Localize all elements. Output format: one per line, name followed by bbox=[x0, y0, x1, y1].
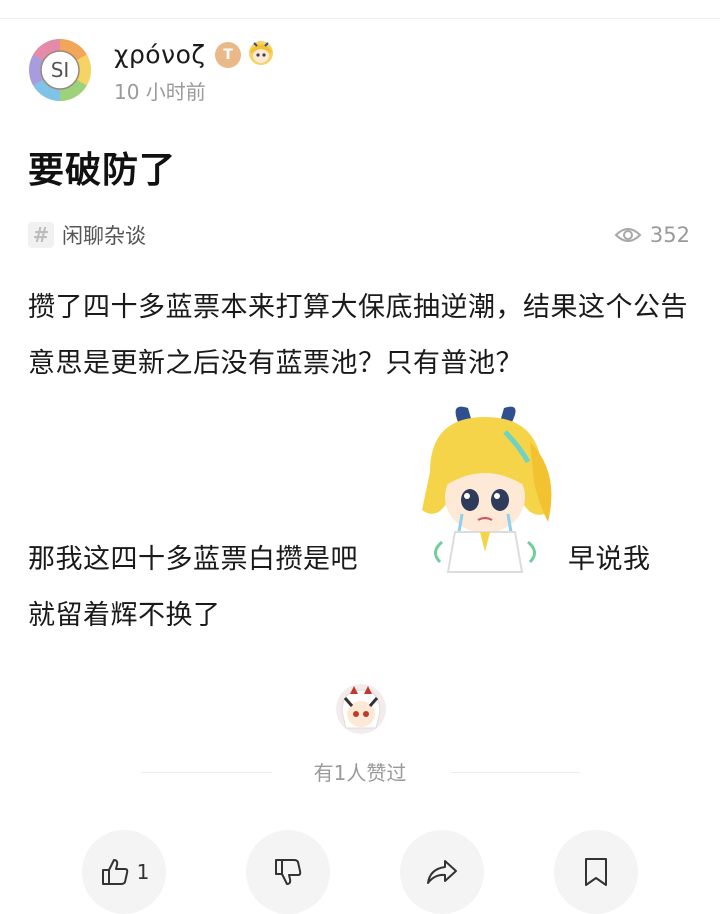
thumbs-up-icon bbox=[101, 859, 128, 885]
top-divider bbox=[0, 18, 720, 19]
like-count: 1 bbox=[136, 860, 150, 884]
bookmark-button[interactable] bbox=[554, 830, 638, 914]
liked-summary[interactable]: 有1人赞过 bbox=[0, 758, 720, 788]
post-paragraph-3: 就留着辉不换了 bbox=[28, 600, 221, 631]
author-avatar[interactable]: SI bbox=[28, 38, 92, 102]
bookmark-icon bbox=[585, 858, 607, 886]
dislike-button[interactable] bbox=[246, 830, 330, 914]
sticker-emoji-icon bbox=[410, 402, 560, 582]
post-paragraph-1: 攒了四十多蓝票本来打算大保底抽逆潮，结果这个公告意思是更新之后没有蓝票池？只有普… bbox=[28, 292, 688, 379]
share-button[interactable] bbox=[400, 830, 484, 914]
divider-right bbox=[450, 772, 580, 773]
character-badge-icon bbox=[246, 38, 276, 68]
post-paragraph-2-right: 早说我 bbox=[568, 544, 651, 575]
level-badge: T bbox=[215, 42, 241, 68]
share-icon bbox=[427, 860, 457, 884]
topic-tag[interactable]: # 闲聊杂谈 bbox=[28, 220, 146, 250]
hash-icon: # bbox=[28, 222, 54, 248]
like-button[interactable]: 1 bbox=[82, 830, 166, 914]
view-count: 352 bbox=[614, 220, 690, 250]
avatar-text: SI bbox=[50, 58, 70, 82]
liker-avatar[interactable] bbox=[336, 684, 386, 734]
eye-icon bbox=[614, 228, 642, 242]
liked-summary-row: 有1人赞过 bbox=[0, 758, 720, 788]
topic-tag-label: 闲聊杂谈 bbox=[62, 224, 146, 248]
author-name[interactable]: χρόνοζ bbox=[114, 40, 205, 70]
thumbs-down-icon bbox=[275, 859, 302, 885]
post-title: 要破防了 bbox=[28, 150, 177, 191]
post-paragraph-2-left: 那我这四十多蓝票白攒是吧 bbox=[28, 544, 358, 575]
post-time: 10 小时前 bbox=[114, 80, 206, 104]
view-count-value: 352 bbox=[649, 223, 690, 247]
